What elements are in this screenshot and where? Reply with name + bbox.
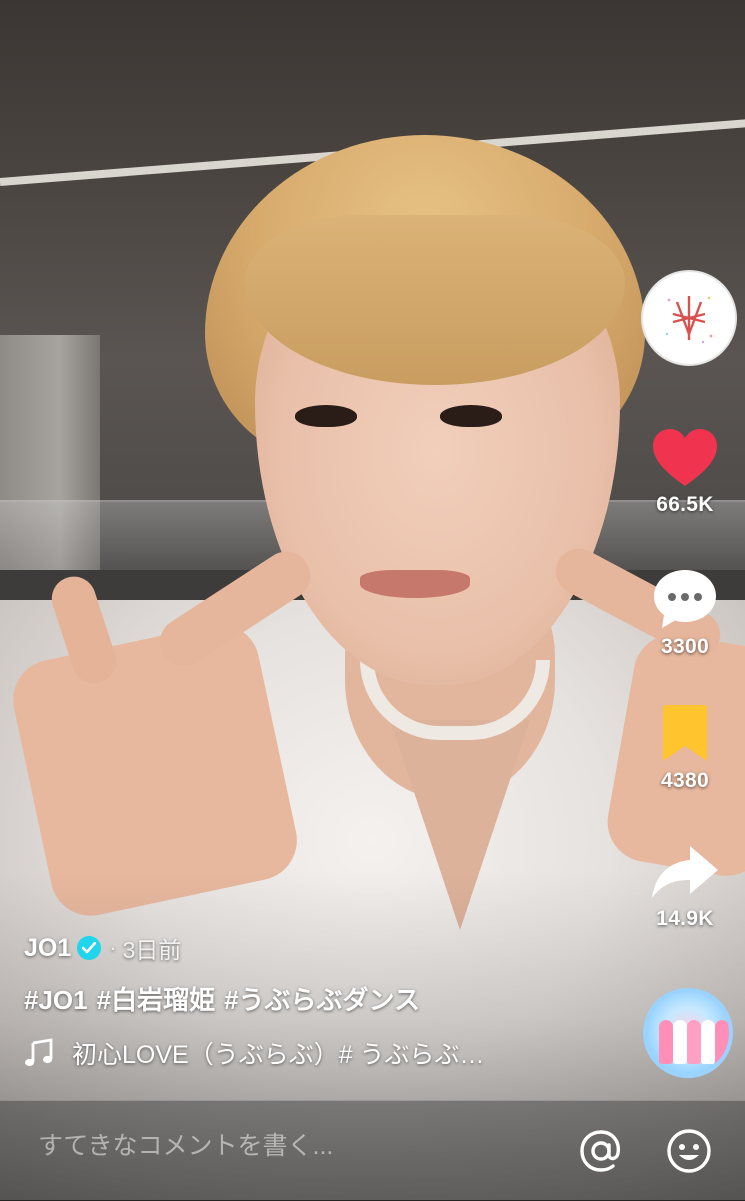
comment-bar [0, 1100, 745, 1201]
disc-figure [687, 1020, 701, 1064]
comment-bubble-icon [654, 570, 716, 628]
share-arrow-icon [652, 846, 718, 898]
music-title: 初心LOVE（うぶらぶ）# うぶらぶ… [72, 1041, 485, 1069]
video-caption: JO1 · 3日前 #JO1 #白岩瑠姫 #うぶらぶダンス 初心LOVE（うぶらぶ）… [24, 930, 624, 1071]
disc-figure [659, 1020, 673, 1064]
disc-figure [701, 1020, 715, 1064]
action-rail: 66.5K 3300 4380 14.9K [625, 0, 745, 1200]
music-link[interactable]: 初心LOVE（うぶらぶ）# うぶらぶ… [24, 1035, 624, 1071]
hashtag-list: #JO1 #白岩瑠姫 #うぶらぶダンス [24, 980, 624, 1017]
jo1-logo-icon [665, 296, 713, 344]
comment-count: 3300 [661, 635, 709, 658]
verified-badge-icon [77, 936, 102, 960]
emoji-icon[interactable] [665, 1127, 713, 1175]
comment-button[interactable]: 3300 [625, 568, 745, 659]
like-count: 66.5K [656, 493, 714, 516]
author-name[interactable]: JO1 [24, 934, 71, 963]
hashtag-link[interactable]: #白岩瑠姫 [97, 985, 215, 1015]
save-button[interactable]: 4380 [625, 704, 745, 793]
disc-figure [673, 1020, 687, 1064]
at-icon[interactable] [577, 1127, 625, 1175]
disc-figure [715, 1020, 729, 1064]
share-button[interactable]: 14.9K [625, 842, 745, 931]
author-row: JO1 · 3日前 [24, 930, 624, 966]
music-disc[interactable] [643, 988, 733, 1078]
save-count: 4380 [661, 769, 709, 792]
meta-separator: · [109, 935, 117, 960]
comment-input[interactable] [36, 1131, 560, 1162]
like-button[interactable]: 66.5K [625, 428, 745, 517]
creator-avatar[interactable] [641, 270, 737, 366]
music-note-icon [25, 1038, 53, 1067]
hashtag-link[interactable]: #JO1 [24, 985, 88, 1015]
post-time: 3日前 [122, 937, 182, 963]
share-count: 14.9K [656, 907, 714, 930]
person-mouth [360, 570, 470, 598]
person-eye-right [440, 405, 502, 427]
heart-icon [653, 429, 717, 486]
bookmark-icon [663, 705, 707, 761]
person-eye-left [295, 405, 357, 427]
hashtag-link[interactable]: #うぶらぶダンス [224, 985, 420, 1015]
